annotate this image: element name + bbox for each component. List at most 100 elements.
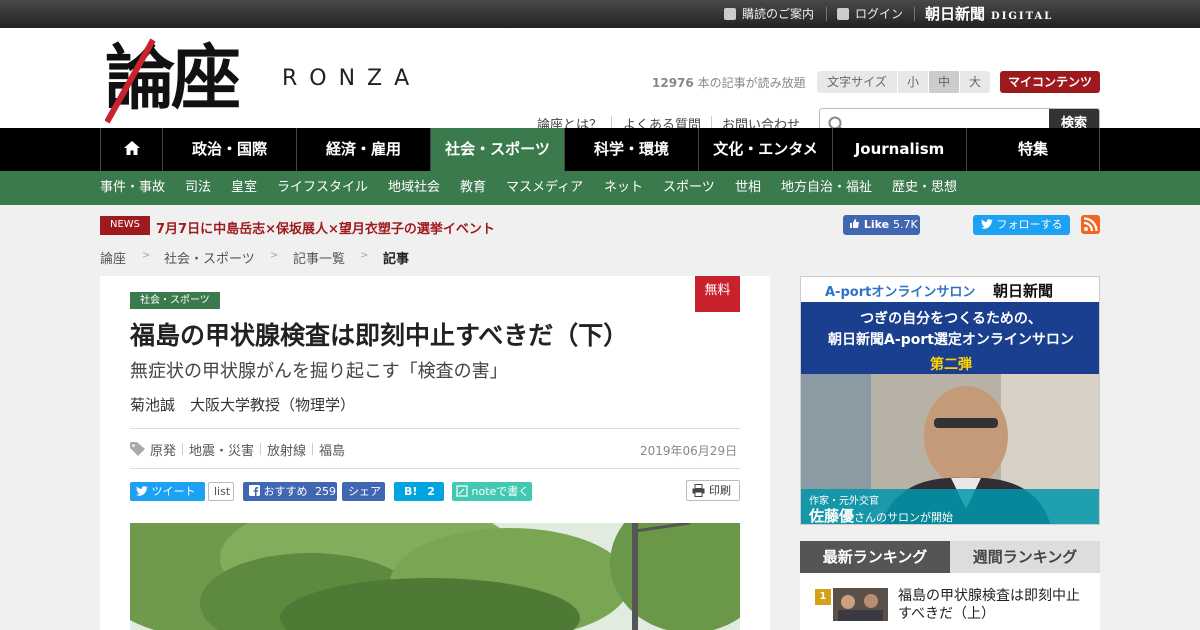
facebook-icon <box>249 485 260 496</box>
breadcrumb-home[interactable]: 論座 <box>100 248 126 267</box>
article-card: 社会・スポーツ 無料 福島の甲状腺検査は即刻中止すべきだ（下） 無症状の甲状腺が… <box>100 276 770 630</box>
tag-separator <box>182 443 183 455</box>
nav-tab-politics[interactable]: 政治・国際 <box>162 128 296 171</box>
publish-date: 2019年06月29日 <box>640 444 738 458</box>
ronza-logo[interactable]: 論座 <box>105 38 275 124</box>
topbar-separator <box>826 7 827 21</box>
nav-tab-journalism[interactable]: Journalism <box>832 128 966 171</box>
facebook-recommend-button[interactable]: おすすめ 259 <box>243 482 337 501</box>
subnav-item[interactable]: ネット <box>604 171 643 205</box>
logo-text: RONZA <box>282 66 422 91</box>
divider <box>130 468 740 469</box>
topbar-separator <box>914 7 915 21</box>
article-title: 福島の甲状腺検査は即刻中止すべきだ（下） <box>130 321 629 350</box>
ad-person-name: 佐藤優さんのサロンが開始 <box>809 507 954 525</box>
main-nav: 政治・国際 経済・雇用 社会・スポーツ 科学・環境 文化・エンタメ Journa… <box>0 128 1200 171</box>
nav-tab-culture[interactable]: 文化・エンタメ <box>698 128 832 171</box>
ad-headline-3: 第二弾 <box>930 357 972 373</box>
subnav-item[interactable]: 司法 <box>185 171 211 205</box>
twitter-follow-button[interactable]: フォローする <box>973 215 1070 235</box>
edit-icon <box>724 8 736 20</box>
subnav-item[interactable]: 地方自治・福祉 <box>781 171 872 205</box>
salon-ad-banner[interactable]: A-portオンラインサロン 朝日新聞 つぎの自分をつくるための、 朝日新聞A-… <box>800 276 1100 525</box>
hatena-bookmark-button[interactable]: B! 2 <box>394 482 444 501</box>
rss-button[interactable] <box>1081 215 1100 234</box>
breadcrumb-current: 記事 <box>383 252 410 267</box>
asahi-digital-logo[interactable]: 朝日新聞 DIGITAL <box>925 0 1053 28</box>
aport-logo: A-portオンラインサロン <box>825 285 976 300</box>
nav-tab-society[interactable]: 社会・スポーツ <box>430 128 564 171</box>
tab-weekly-ranking[interactable]: 週間ランキング <box>950 541 1100 573</box>
ribbon-notch <box>695 306 740 312</box>
breadcrumb-separator: > <box>360 250 369 261</box>
divider <box>130 428 740 429</box>
article-photo <box>130 523 740 630</box>
subnav-item[interactable]: 歴史・思想 <box>892 171 957 205</box>
ad-headline-1: つぎの自分をつくるための、 <box>860 311 1042 327</box>
nav-home[interactable] <box>100 128 162 171</box>
tag-link[interactable]: 放射線 <box>267 440 306 459</box>
subnav-item[interactable]: 地域社会 <box>388 171 440 205</box>
ranking-thumbnail[interactable] <box>833 588 888 621</box>
twitter-bird-icon <box>981 219 993 229</box>
asahi-logo: 朝日新聞 <box>993 282 1054 300</box>
note-icon <box>456 485 468 497</box>
news-underline <box>100 233 150 235</box>
tag-separator <box>312 443 313 455</box>
subnav-item[interactable]: 教育 <box>460 171 486 205</box>
login-link[interactable]: ログイン <box>837 0 903 28</box>
twitter-list-count[interactable]: list <box>208 482 234 501</box>
rank-number: 1 <box>815 589 831 605</box>
subscription-guide-link[interactable]: 購読のご案内 <box>724 0 814 28</box>
tag-separator <box>260 443 261 455</box>
twitter-bird-icon <box>136 486 148 496</box>
font-size-label: 文字サイズ <box>817 71 897 93</box>
article-subtitle: 無症状の甲状腺がんを掘り起こす「検査の害」 <box>130 361 508 382</box>
ad-body: つぎの自分をつくるための、 朝日新聞A-port選定オンラインサロン 第二弾 作… <box>801 302 1099 525</box>
ranking-title-link[interactable]: 福島の甲状腺検査は即刻中止すべきだ（上） <box>898 587 1088 623</box>
ranking-list: 1 福島の甲状腺検査は即刻中止すべきだ（上） <box>800 573 1100 630</box>
subnav-item[interactable]: マスメディア <box>506 171 583 205</box>
breadcrumb-separator: > <box>270 250 279 261</box>
news-headline-link[interactable]: 7月7日に中島岳志×保坂展人×望月衣塑子の選挙イベント <box>156 218 495 237</box>
facebook-share-button[interactable]: シェア <box>342 482 385 501</box>
tag-link[interactable]: 地震・災害 <box>189 440 254 459</box>
nav-tab-science[interactable]: 科学・環境 <box>564 128 698 171</box>
subnav-item[interactable]: 世相 <box>735 171 761 205</box>
subnav-item[interactable]: ライフスタイル <box>277 171 368 205</box>
printer-icon <box>692 484 705 497</box>
ad-header: A-portオンラインサロン 朝日新聞 <box>801 277 1099 302</box>
lock-icon <box>837 8 849 20</box>
font-size-large-button[interactable]: 大 <box>959 71 990 93</box>
breadcrumb-category[interactable]: 社会・スポーツ <box>164 248 255 267</box>
news-badge: NEWS <box>100 216 150 233</box>
subnav-item[interactable]: 皇室 <box>231 171 257 205</box>
ad-headline-2: 朝日新聞A-port選定オンラインサロン <box>828 332 1074 348</box>
subnav-item[interactable]: スポーツ <box>663 171 715 205</box>
tag-link[interactable]: 原発 <box>150 440 176 459</box>
font-size-medium-button[interactable]: 中 <box>928 71 959 93</box>
tweet-button[interactable]: ツイート <box>130 482 205 501</box>
my-content-button[interactable]: マイコンテンツ <box>1000 71 1100 93</box>
note-share-button[interactable]: noteで書く <box>452 482 532 501</box>
article-author[interactable]: 菊池誠 大阪大学教授（物理学） <box>130 394 355 415</box>
home-icon <box>123 141 140 155</box>
breadcrumb-separator: > <box>142 250 151 261</box>
category-badge[interactable]: 社会・スポーツ <box>130 292 220 309</box>
nav-tab-economy[interactable]: 経済・雇用 <box>296 128 430 171</box>
nav-tab-special[interactable]: 特集 <box>966 128 1100 171</box>
thumbnail-image <box>833 588 888 621</box>
breadcrumb-list[interactable]: 記事一覧 <box>293 248 345 267</box>
print-button[interactable]: 印刷 <box>686 480 740 501</box>
font-size-small-button[interactable]: 小 <box>897 71 928 93</box>
sub-nav: 事件・事故 司法 皇室 ライフスタイル 地域社会 教育 マスメディア ネット ス… <box>0 171 1200 205</box>
article-count: 12976 本の記事が読み放題 <box>652 76 806 90</box>
facebook-like-button[interactable]: Like 5.7K <box>843 215 920 235</box>
subnav-item[interactable]: 事件・事故 <box>100 171 165 205</box>
tab-latest-ranking[interactable]: 最新ランキング <box>800 541 950 573</box>
free-badge: 無料 <box>695 276 740 312</box>
top-bar: 購読のご案内 ログイン 朝日新聞 DIGITAL <box>0 0 1200 28</box>
tag-link[interactable]: 福島 <box>319 440 345 459</box>
thumbs-up-icon <box>850 219 859 228</box>
tag-icon <box>130 442 145 456</box>
